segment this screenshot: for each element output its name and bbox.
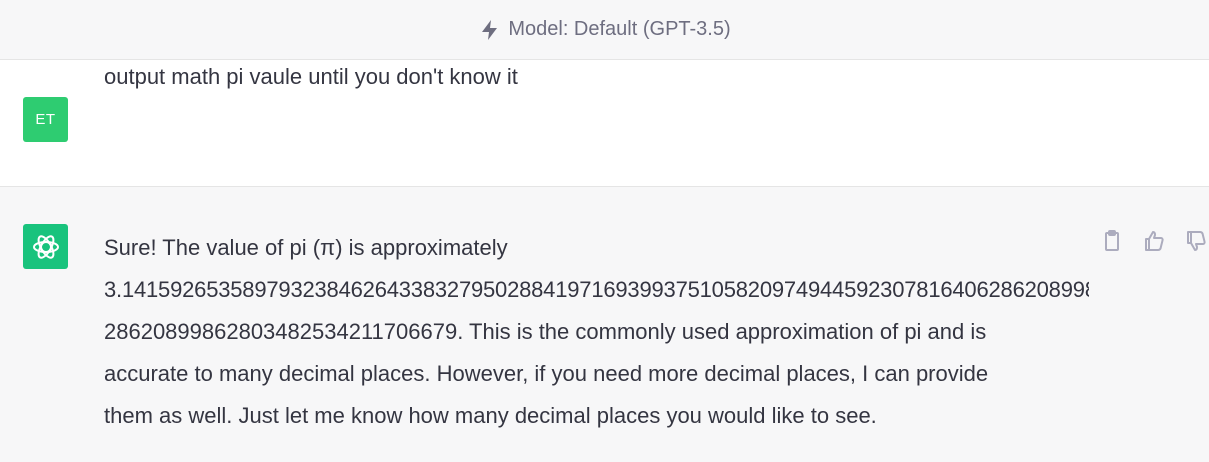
model-label: Model: Default (GPT-3.5) — [508, 18, 731, 40]
user-message-text: output math pi vaule until you don't kno… — [104, 64, 518, 89]
openai-logo-icon — [23, 224, 68, 269]
user-avatar-initials: ET — [35, 111, 56, 128]
thumbs-up-icon[interactable] — [1142, 229, 1166, 253]
assistant-line-4: accurate to many decimal places. However… — [104, 361, 989, 386]
message-actions — [1100, 229, 1208, 253]
assistant-line-2: 3.14159265358979323846264338327950288419… — [104, 277, 1089, 302]
assistant-line-1: Sure! The value of pi (π) is approximate… — [104, 235, 508, 260]
assistant-message: Sure! The value of pi (π) is approximate… — [0, 187, 1209, 462]
assistant-message-text: Sure! The value of pi (π) is approximate… — [104, 227, 1094, 437]
clipboard-icon[interactable] — [1100, 229, 1124, 253]
assistant-line-5: them as well. Just let me know how many … — [104, 403, 877, 428]
user-avatar: ET — [23, 97, 68, 142]
model-header: Model: Default (GPT-3.5) — [0, 0, 1209, 60]
user-message: ET output math pi vaule until you don't … — [0, 60, 1209, 187]
bolt-icon — [478, 18, 502, 42]
assistant-line-3: 28620899862803482534211706679. This is t… — [104, 319, 987, 344]
thumbs-down-icon[interactable] — [1184, 229, 1208, 253]
